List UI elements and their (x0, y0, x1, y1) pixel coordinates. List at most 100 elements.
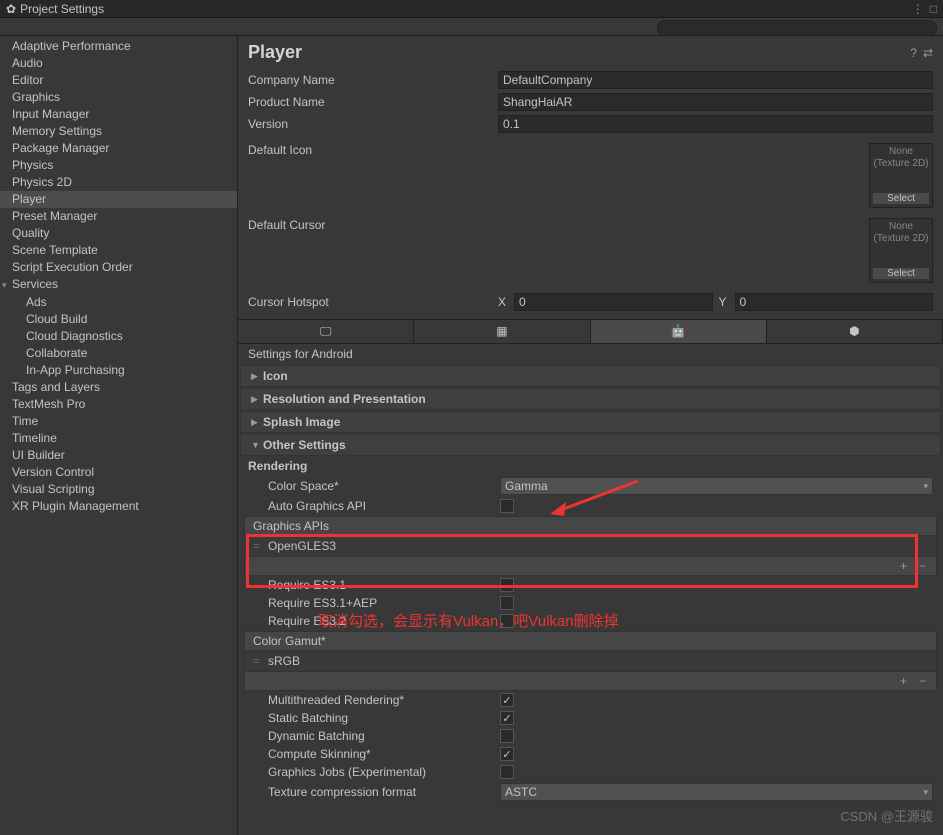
compute-skinning-label: Compute Skinning* (268, 747, 500, 761)
sidebar-item-memory-settings[interactable]: Memory Settings (0, 123, 237, 140)
require-es31aep-checkbox[interactable] (500, 596, 514, 610)
default-cursor-label: Default Cursor (248, 218, 498, 232)
title-bar: ✿ Project Settings ⋮□ (0, 0, 943, 18)
sidebar-item-physics-2d[interactable]: Physics 2D (0, 174, 237, 191)
color-space-label: Color Space* (268, 479, 500, 493)
select-cursor-button[interactable]: Select (872, 267, 930, 280)
sidebar-item-visual-scripting[interactable]: Visual Scripting (0, 481, 237, 498)
default-icon-thumb[interactable]: None (Texture 2D) Select (869, 143, 933, 208)
tab-server[interactable]: ▦ (414, 320, 590, 343)
x-label: X (498, 295, 510, 309)
sidebar-item-version-control[interactable]: Version Control (0, 464, 237, 481)
require-es31aep-label: Require ES3.1+AEP (268, 596, 500, 610)
settings-icon[interactable]: ⇄ (923, 46, 933, 60)
sidebar-item-audio[interactable]: Audio (0, 55, 237, 72)
dynamic-batching-label: Dynamic Batching (268, 729, 500, 743)
sidebar-item-xr-plugin-management[interactable]: XR Plugin Management (0, 498, 237, 515)
color-gamut-list: sRGB (244, 651, 937, 672)
sidebar-item-cloud-diagnostics[interactable]: Cloud Diagnostics (0, 328, 237, 345)
sidebar-item-adaptive-performance[interactable]: Adaptive Performance (0, 38, 237, 55)
sidebar-item-preset-manager[interactable]: Preset Manager (0, 208, 237, 225)
tab-webgl[interactable]: ⬢ (767, 320, 943, 343)
default-cursor-thumb[interactable]: None (Texture 2D) Select (869, 218, 933, 283)
remove-icon[interactable]: − (915, 674, 930, 688)
graphics-apis-list: OpenGLES3 (244, 536, 937, 557)
sidebar-item-services[interactable]: Services (0, 276, 237, 294)
company-name-label: Company Name (248, 73, 498, 87)
sidebar-item-script-execution-order[interactable]: Script Execution Order (0, 259, 237, 276)
page-title: Player (248, 42, 302, 63)
tab-standalone[interactable]: 🖵 (238, 320, 414, 343)
list-item[interactable]: OpenGLES3 (245, 536, 936, 556)
sidebar-item-input-manager[interactable]: Input Manager (0, 106, 237, 123)
sidebar-item-scene-template[interactable]: Scene Template (0, 242, 237, 259)
sidebar-item-quality[interactable]: Quality (0, 225, 237, 242)
add-icon[interactable]: + (896, 674, 911, 688)
sidebar: Adaptive PerformanceAudioEditorGraphicsI… (0, 36, 238, 835)
sidebar-item-collaborate[interactable]: Collaborate (0, 345, 237, 362)
product-name-label: Product Name (248, 95, 498, 109)
require-es32-checkbox[interactable] (500, 614, 514, 628)
sidebar-item-package-manager[interactable]: Package Manager (0, 140, 237, 157)
static-batching-label: Static Batching (268, 711, 500, 725)
company-name-input[interactable] (498, 71, 933, 89)
texture-compression-label: Texture compression format (268, 785, 500, 799)
platform-tabs: 🖵 ▦ 🤖 ⬢ (238, 319, 943, 344)
sidebar-item-tags-and-layers[interactable]: Tags and Layers (0, 379, 237, 396)
rendering-header: Rendering (238, 457, 943, 475)
version-label: Version (248, 117, 498, 131)
foldout-resolution[interactable]: Resolution and Presentation (240, 388, 941, 410)
multithreaded-checkbox[interactable] (500, 693, 514, 707)
sidebar-item-player[interactable]: Player (0, 191, 237, 208)
sidebar-item-timeline[interactable]: Timeline (0, 430, 237, 447)
sidebar-item-time[interactable]: Time (0, 413, 237, 430)
sidebar-item-physics[interactable]: Physics (0, 157, 237, 174)
texture-compression-dropdown[interactable]: ASTC (500, 783, 933, 801)
select-icon-button[interactable]: Select (872, 192, 930, 205)
foldout-splash[interactable]: Splash Image (240, 411, 941, 433)
sidebar-item-in-app-purchasing[interactable]: In-App Purchasing (0, 362, 237, 379)
graphics-apis-header: Graphics APIs (244, 516, 937, 536)
auto-graphics-label: Auto Graphics API (268, 499, 500, 513)
color-gamut-header: Color Gamut* (244, 631, 937, 651)
list-item[interactable]: sRGB (245, 651, 936, 671)
cursor-hotspot-label: Cursor Hotspot (248, 295, 498, 309)
sidebar-item-ui-builder[interactable]: UI Builder (0, 447, 237, 464)
compute-skinning-checkbox[interactable] (500, 747, 514, 761)
search-bar (0, 18, 943, 36)
hotspot-x-input[interactable] (514, 293, 713, 311)
color-space-dropdown[interactable]: Gamma (500, 477, 933, 495)
y-label: Y (719, 295, 731, 309)
remove-icon[interactable]: − (915, 559, 930, 573)
add-icon[interactable]: + (896, 559, 911, 573)
graphics-jobs-checkbox[interactable] (500, 765, 514, 779)
settings-for-label: Settings for Android (238, 344, 943, 364)
require-es31-label: Require ES3.1 (268, 578, 500, 592)
sidebar-item-textmesh-pro[interactable]: TextMesh Pro (0, 396, 237, 413)
sidebar-item-graphics[interactable]: Graphics (0, 89, 237, 106)
gear-icon: ✿ (6, 2, 16, 16)
multithreaded-label: Multithreaded Rendering* (268, 693, 500, 707)
version-input[interactable] (498, 115, 933, 133)
require-es32-label: Require ES3.2 (268, 614, 500, 628)
static-batching-checkbox[interactable] (500, 711, 514, 725)
sidebar-item-ads[interactable]: Ads (0, 294, 237, 311)
help-icon[interactable]: ? (910, 46, 917, 60)
search-input[interactable] (657, 20, 937, 36)
window-controls[interactable]: ⋮□ (912, 2, 937, 16)
sidebar-item-cloud-build[interactable]: Cloud Build (0, 311, 237, 328)
graphics-jobs-label: Graphics Jobs (Experimental) (268, 765, 500, 779)
hotspot-y-input[interactable] (735, 293, 934, 311)
default-icon-label: Default Icon (248, 143, 498, 157)
window-title: Project Settings (20, 2, 104, 16)
tab-android[interactable]: 🤖 (591, 320, 767, 343)
sidebar-item-editor[interactable]: Editor (0, 72, 237, 89)
auto-graphics-checkbox[interactable] (500, 499, 514, 513)
product-name-input[interactable] (498, 93, 933, 111)
watermark: CSDN @王源骏 (840, 806, 933, 825)
foldout-icon[interactable]: Icon (240, 365, 941, 387)
content-panel: Player ? ⇄ Company Name Product Name Ver… (238, 36, 943, 835)
require-es31-checkbox[interactable] (500, 578, 514, 592)
foldout-other[interactable]: Other Settings (240, 434, 941, 456)
dynamic-batching-checkbox[interactable] (500, 729, 514, 743)
